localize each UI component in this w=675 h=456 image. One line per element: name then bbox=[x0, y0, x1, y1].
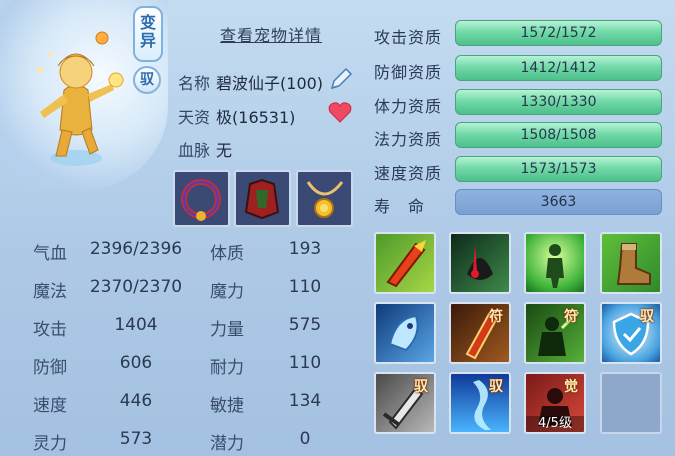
stat-value-potential: 0 bbox=[299, 429, 311, 449]
pet-avatar bbox=[37, 31, 124, 166]
skill-level: 4/5级 bbox=[526, 416, 584, 432]
stat-label-hp: 气血 bbox=[33, 244, 67, 264]
blood-drain-icon bbox=[467, 244, 493, 280]
pet-talent-row: 天资 极(16531) bbox=[178, 104, 295, 128]
life-bar: 3663 bbox=[455, 189, 662, 215]
stat-label-speed: 速度 bbox=[33, 396, 67, 416]
skill-slot-5[interactable] bbox=[374, 302, 436, 364]
life-label: 寿 命 bbox=[374, 197, 426, 216]
stat-label-constitution: 体质 bbox=[210, 244, 244, 264]
boot-icon bbox=[616, 243, 651, 285]
skill-tag: 驭 bbox=[489, 379, 503, 395]
name-value: 碧波仙子(100) bbox=[216, 74, 324, 93]
equip-slot-necklace[interactable] bbox=[296, 170, 353, 227]
aura-figure-icon bbox=[546, 244, 564, 288]
talent-label: 天资 bbox=[178, 108, 211, 127]
skill-slot-2[interactable] bbox=[449, 232, 511, 294]
heart-icon[interactable] bbox=[328, 101, 352, 123]
skill-slot-11[interactable]: 觉 4/5级 bbox=[524, 372, 586, 434]
stat-value-defense: 606 bbox=[119, 353, 153, 373]
necklace-icon bbox=[306, 181, 344, 218]
skill-slot-3[interactable] bbox=[524, 232, 586, 294]
aptitude-label-attack: 攻击资质 bbox=[374, 28, 443, 47]
stat-label-strength: 力量 bbox=[210, 320, 244, 340]
skill-slot-8[interactable]: 驭 bbox=[600, 302, 662, 364]
stat-value-constitution: 193 bbox=[288, 239, 322, 259]
stat-value-hp: 2396/2396 bbox=[89, 239, 183, 259]
bloodline-value: 无 bbox=[216, 141, 233, 160]
aptitude-label-speed: 速度资质 bbox=[374, 164, 443, 183]
stat-label-agility: 敏捷 bbox=[210, 396, 244, 416]
stat-value-spirit: 573 bbox=[119, 429, 153, 449]
skill-tag: 驭 bbox=[640, 309, 654, 325]
stat-value-strength: 575 bbox=[288, 315, 322, 335]
stat-value-magic-power: 110 bbox=[288, 277, 322, 297]
skill-slot-7[interactable]: 符 bbox=[524, 302, 586, 364]
pet-bloodline-row: 血脉无 bbox=[178, 137, 232, 161]
aptitude-label-defense: 防御资质 bbox=[374, 63, 443, 82]
talent-value: 极(16531) bbox=[216, 108, 296, 127]
aptitude-bar-stamina: 1330/1330 bbox=[455, 89, 662, 115]
frost-spirit-icon bbox=[388, 314, 419, 352]
armor-icon bbox=[244, 178, 280, 220]
variant-badge: 变异 bbox=[133, 6, 163, 62]
view-pet-details-link[interactable]: 查看宠物详情 bbox=[220, 22, 322, 46]
aptitude-bar-defense: 1412/1412 bbox=[455, 55, 662, 81]
stat-label-attack: 攻击 bbox=[33, 320, 67, 340]
stat-label-defense: 防御 bbox=[33, 358, 67, 378]
skill-tag: 驭 bbox=[414, 379, 428, 395]
skill-slot-10[interactable]: 驭 bbox=[449, 372, 511, 434]
stat-value-endurance: 110 bbox=[288, 353, 322, 373]
aptitude-bar-speed: 1573/1573 bbox=[455, 156, 662, 182]
equip-slot-collar[interactable] bbox=[173, 170, 230, 227]
collar-icon bbox=[181, 179, 221, 221]
skill-slot-9[interactable]: 驭 bbox=[374, 372, 436, 434]
stat-value-agility: 134 bbox=[288, 391, 322, 411]
skill-tag: 符 bbox=[564, 309, 578, 325]
stat-label-magic-power: 魔力 bbox=[210, 282, 244, 302]
skill-slot-empty[interactable] bbox=[600, 372, 662, 434]
aptitude-label-stamina: 体力资质 bbox=[374, 97, 443, 116]
stat-label-mp: 魔法 bbox=[33, 282, 67, 302]
stat-value-mp: 2370/2370 bbox=[89, 277, 183, 297]
aptitude-bar-attack: 1572/1572 bbox=[455, 20, 662, 46]
stat-label-potential: 潜力 bbox=[210, 434, 244, 454]
pet-panel: 变异 驭 查看宠物详情 名称碧波仙子(100) 天资极(16531) 血脉无 bbox=[0, 0, 675, 456]
bloodline-label: 血脉 bbox=[178, 141, 211, 160]
skill-tag: 觉 bbox=[564, 379, 578, 395]
stat-value-attack: 1404 bbox=[114, 315, 158, 335]
skill-slot-4[interactable] bbox=[600, 232, 662, 294]
name-label: 名称 bbox=[178, 74, 211, 93]
stat-label-endurance: 耐力 bbox=[210, 358, 244, 378]
stat-value-speed: 446 bbox=[119, 391, 153, 411]
pet-name-row: 名称 碧波仙子(100) bbox=[178, 70, 323, 94]
tame-badge: 驭 bbox=[133, 66, 161, 94]
sword-strike-icon bbox=[386, 240, 426, 288]
rename-pencil-icon[interactable] bbox=[328, 66, 354, 92]
skill-slot-6[interactable]: 符 bbox=[449, 302, 511, 364]
skill-slot-1[interactable] bbox=[374, 232, 436, 294]
stat-label-spirit: 灵力 bbox=[33, 434, 67, 454]
aptitude-bar-mana: 1508/1508 bbox=[455, 122, 662, 148]
skill-tag: 符 bbox=[489, 309, 503, 325]
aptitude-label-mana: 法力资质 bbox=[374, 130, 443, 149]
equip-slot-armor[interactable] bbox=[234, 170, 291, 227]
